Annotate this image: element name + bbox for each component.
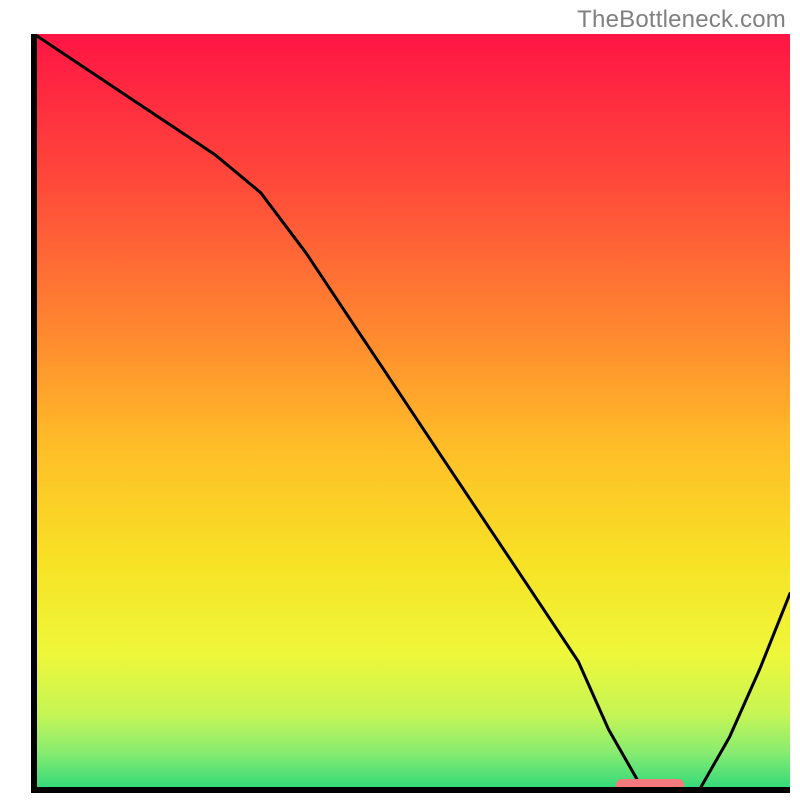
chart-svg bbox=[0, 0, 800, 800]
watermark-text: TheBottleneck.com bbox=[577, 6, 786, 34]
chart-container: TheBottleneck.com bbox=[0, 0, 800, 800]
